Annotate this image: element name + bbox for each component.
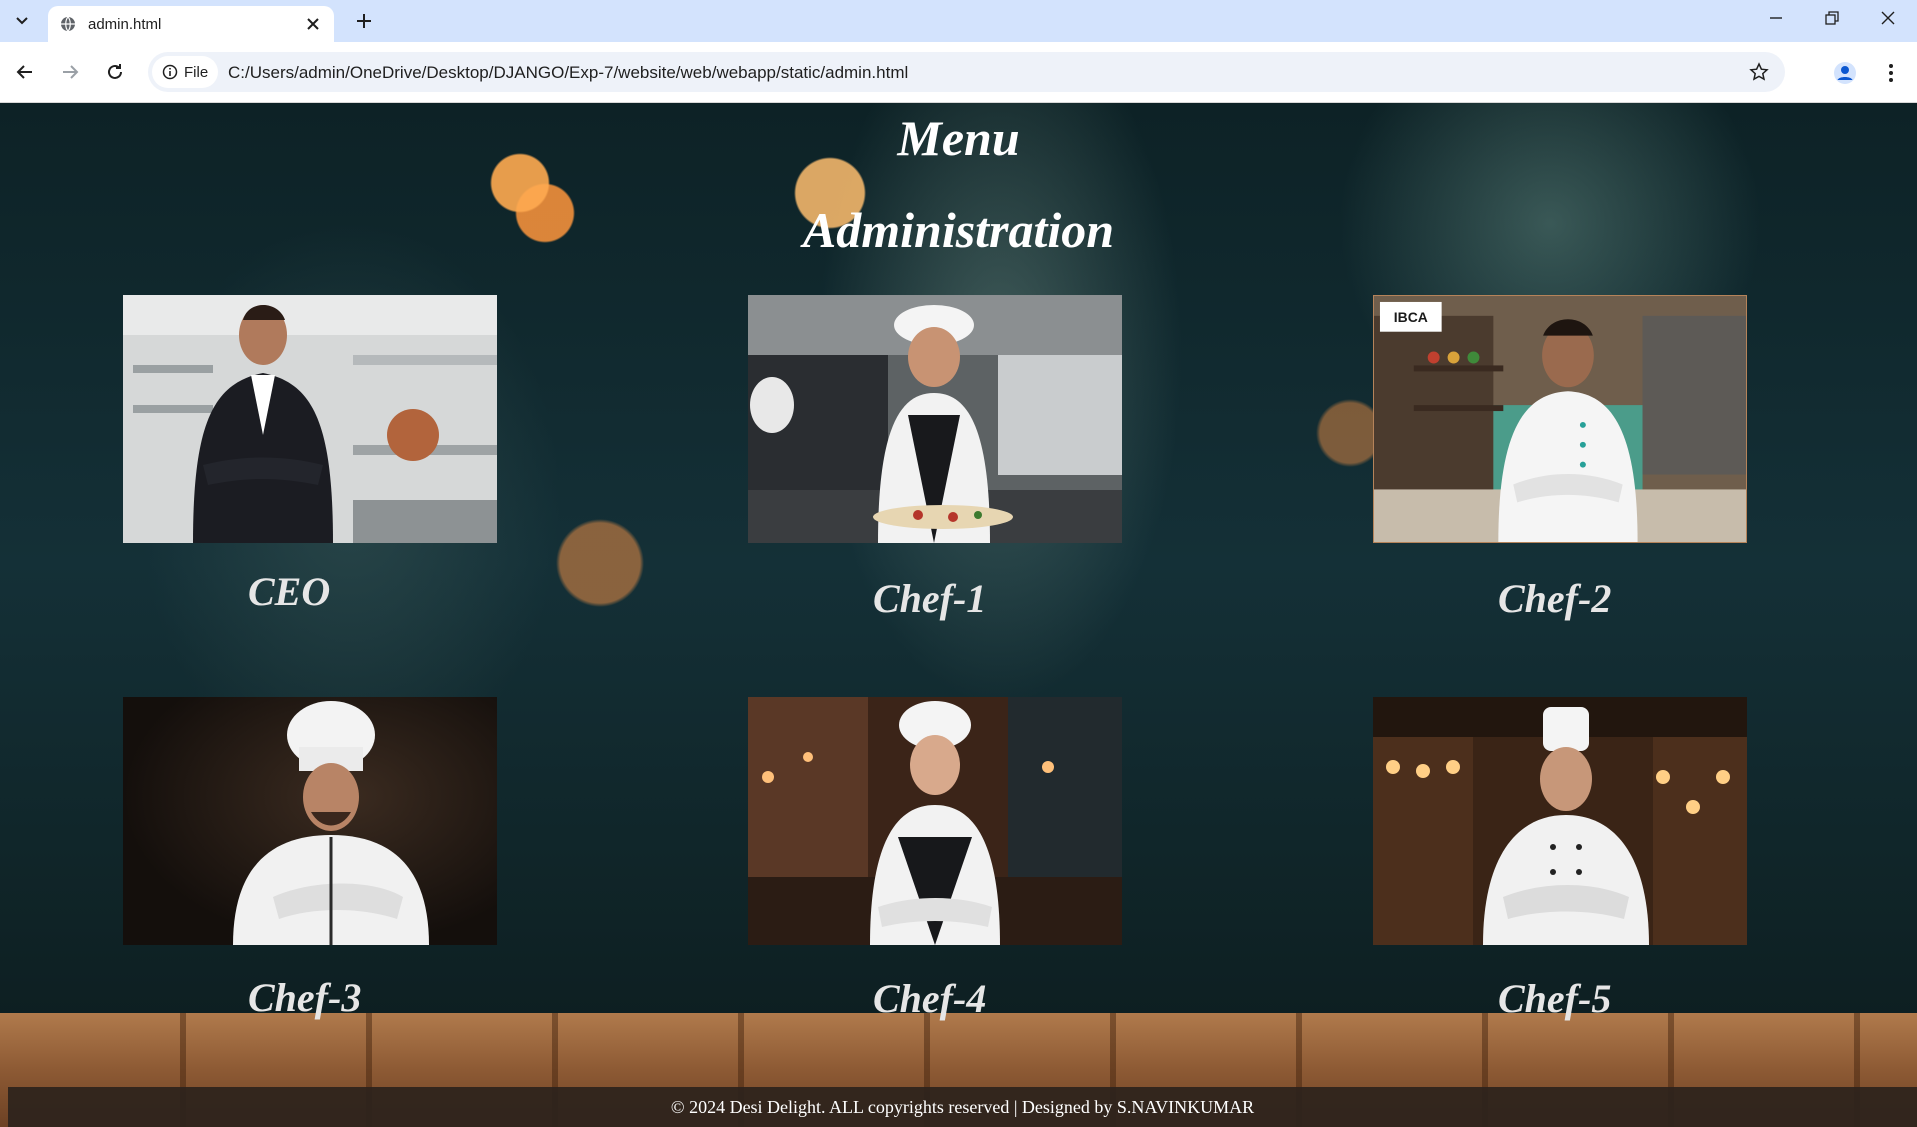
browser-toolbar: File C:/Users/admin/OneDrive/Desktop/DJA… [0,42,1917,103]
browser-menu-button[interactable] [1876,58,1906,88]
restore-icon [1825,11,1839,25]
tab-admin[interactable]: admin.html [48,6,334,42]
tab-strip: admin.html [0,0,1917,42]
forward-button[interactable] [54,56,86,88]
chef-1-photo [748,295,1122,543]
page-title: Menu [897,110,1020,166]
close-window-button[interactable] [1860,0,1916,36]
member-label-chef-5: Chef-5 [1498,976,1612,1021]
page-viewport: Menu Administration CEO Chef-1 IBCA Chef… [0,103,1917,1127]
arrow-right-icon [63,65,79,79]
ibca-logo: IBCA [1394,309,1428,325]
tab-title: admin.html [88,16,162,33]
new-tab-button[interactable] [350,7,378,35]
tab-search-button[interactable] [8,7,36,35]
chef-4-photo [748,697,1122,945]
back-button[interactable] [9,56,41,88]
close-tab-button[interactable] [302,13,324,35]
reload-icon [108,64,122,79]
star-icon [1749,62,1769,81]
globe-icon [61,16,75,32]
bookmark-button[interactable] [1747,60,1771,84]
profile-icon [1834,62,1856,84]
member-label-chef-4: Chef-4 [873,976,987,1021]
member-label-ceo: CEO [248,569,331,614]
plus-icon [357,14,371,28]
arrow-left-icon [16,65,32,79]
info-icon [162,64,178,80]
minimize-button[interactable] [1748,0,1804,36]
restore-button[interactable] [1804,0,1860,36]
chef-2-photo: IBCA [1373,295,1747,543]
site-info-chip[interactable]: File [152,56,219,88]
chevron-down-icon [16,17,28,25]
url-text[interactable]: C:/Users/admin/OneDrive/Desktop/DJANGO/E… [228,63,908,83]
profile-button[interactable] [1830,58,1860,88]
site-chip-label: File [184,63,209,81]
more-vertical-icon [1889,64,1893,82]
chef-5-photo [1373,697,1747,945]
chef-3-photo [123,697,497,945]
page-footer: © 2024 Desi Delight. ALL copyrights rese… [8,1087,1917,1127]
reload-button[interactable] [99,56,131,88]
close-icon [307,18,319,30]
member-label-chef-2: Chef-2 [1498,576,1612,621]
close-icon [1881,11,1895,25]
member-label-chef-3: Chef-3 [248,975,362,1020]
ceo-photo [123,295,497,543]
member-label-chef-1: Chef-1 [873,576,987,621]
page-subtitle: Administration [802,202,1115,258]
minimize-icon [1770,17,1782,19]
address-bar[interactable]: File C:/Users/admin/OneDrive/Desktop/DJA… [148,52,1785,92]
